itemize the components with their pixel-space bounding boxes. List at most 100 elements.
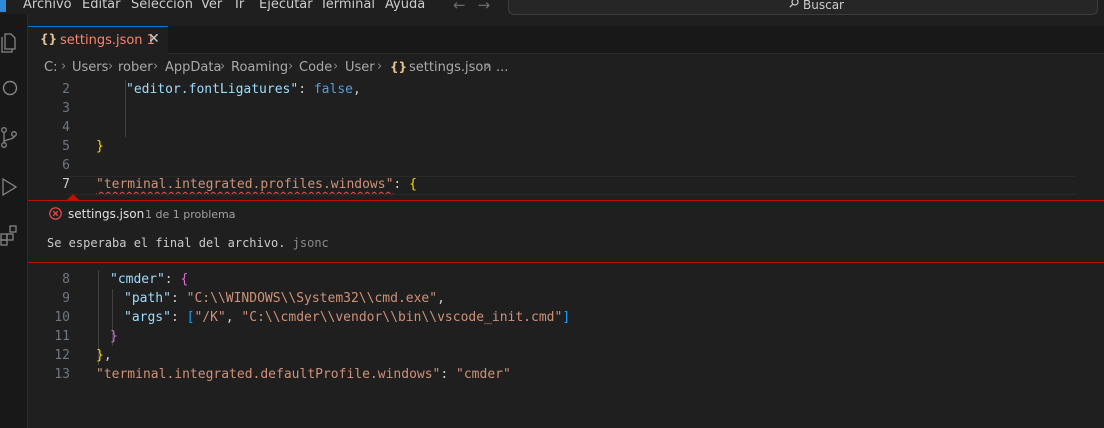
code-line[interactable]: 10 "args": ["/K", "C:\\cmder\\vendor\\bin… [28, 308, 1104, 327]
code-content: "editor.fontLigatures": false, [126, 82, 361, 97]
problem-source: jsonc [292, 236, 329, 250]
breadcrumb-file[interactable]: settings.json [409, 60, 492, 75]
line-number: 5 [62, 139, 70, 154]
code-content: "path": "C:\\WINDOWS\\System32\\cmd.exe"… [124, 291, 445, 306]
menu-seleccion[interactable]: Selección [131, 0, 193, 12]
code-line[interactable]: 3 [28, 99, 1104, 118]
line-number: 10 [54, 310, 70, 325]
line-number: 6 [62, 158, 70, 173]
json-file-icon: {} [40, 32, 58, 46]
code-content: "terminal.integrated.defaultProfile.wind… [96, 367, 511, 382]
code-token: { [180, 272, 189, 287]
json-file-icon: {} [390, 60, 408, 74]
code-token: ] [562, 310, 571, 325]
menu-bar: Archivo Editar Selección Ver Ir Ejecutar… [0, 0, 1104, 15]
run-debug-icon[interactable] [0, 176, 18, 198]
code-line[interactable]: 11} [28, 327, 1104, 346]
code-token: : [440, 367, 457, 382]
menu-editar[interactable]: Editar [82, 0, 121, 12]
code-token: , [437, 291, 445, 306]
code-line[interactable]: 4 [28, 118, 1104, 137]
breadcrumb: C: › Users › rober › AppData › Roaming ›… [28, 56, 1104, 78]
menu-ejecutar[interactable]: Ejecutar [259, 0, 313, 12]
code-content: } [96, 139, 104, 154]
breadcrumb-item[interactable]: AppData [165, 60, 221, 75]
code-token: "args" [124, 310, 171, 325]
problem-peek-widget: settings.json 1 de 1 problema Se esperab… [28, 200, 1104, 263]
breadcrumb-more[interactable]: ... [496, 60, 508, 75]
breadcrumb-item[interactable]: Users [72, 60, 108, 75]
peek-file-name: settings.json [68, 207, 145, 221]
code-line[interactable]: 13 "terminal.integrated.defaultProfile.wi… [28, 365, 1104, 384]
code-token: } [96, 348, 104, 363]
code-line[interactable]: 8 "cmder": { [28, 270, 1104, 289]
code-content: } [110, 329, 118, 344]
line-number: 2 [62, 82, 70, 97]
code-token: , [352, 82, 361, 97]
vscode-logo-icon [0, 0, 6, 12]
menu-ayuda[interactable]: Ayuda [385, 0, 425, 12]
tab-label: settings.json 1 [60, 33, 155, 48]
code-line[interactable]: 6 [28, 156, 1104, 175]
nav-arrows: ← → [453, 0, 502, 14]
line-number: 13 [54, 367, 70, 382]
code-token: "editor.fontLigatures" [126, 82, 299, 97]
chevron-right-icon: › [288, 59, 294, 74]
code-token: : [298, 82, 314, 97]
current-line-highlight [66, 176, 1076, 195]
code-line[interactable]: 2 "editor.fontLigatures": false, [28, 80, 1104, 99]
command-center-search[interactable]: Buscar [508, 0, 1098, 15]
chevron-right-icon: › [108, 59, 114, 74]
line-number: 11 [54, 329, 70, 344]
menu-ver[interactable]: Ver [201, 0, 222, 12]
code-line[interactable]: 5} [28, 137, 1104, 156]
chevron-right-icon: › [377, 59, 383, 74]
close-icon[interactable]: ✕ [148, 31, 160, 47]
breadcrumb-item[interactable]: User [345, 60, 375, 75]
line-number: 9 [62, 291, 70, 306]
code-token: , [103, 348, 112, 363]
extensions-icon[interactable] [0, 224, 18, 246]
code-token: } [110, 329, 118, 344]
chevron-right-icon: › [333, 59, 339, 74]
menu-ir[interactable]: Ir [235, 0, 244, 12]
tab-bar: {} settings.json 1 ✕ [28, 26, 1104, 54]
code-token: "/K" [194, 310, 226, 325]
activity-bar [0, 14, 28, 428]
code-content: }, [96, 348, 112, 363]
code-token: : [170, 310, 187, 325]
tab-settings-json[interactable]: {} settings.json 1 ✕ [28, 26, 168, 54]
search-label: Buscar [803, 0, 844, 12]
code-token: "C:\\WINDOWS\\System32\\cmd.exe" [186, 291, 438, 306]
search-icon[interactable] [0, 78, 18, 100]
peek-header: settings.json 1 de 1 problema [28, 201, 1104, 226]
code-token: , [225, 310, 242, 325]
source-control-icon[interactable] [0, 126, 18, 148]
code-line[interactable]: 12}, [28, 346, 1104, 365]
code-token: : [164, 272, 181, 287]
peek-problem-count: 1 de 1 problema [145, 208, 236, 221]
arrow-right-icon[interactable]: → [478, 0, 491, 14]
breadcrumb-item[interactable]: Code [299, 60, 332, 75]
code-token: false [313, 82, 353, 97]
files-icon[interactable] [0, 32, 18, 54]
code-token: "C:\\cmder\\vendor\\bin\\vscode_init.cmd… [241, 310, 563, 325]
breadcrumb-item[interactable]: rober [118, 60, 153, 75]
code-token: "terminal.integrated.defaultProfile.wind… [96, 367, 441, 382]
line-number: 7 [62, 177, 70, 192]
chevron-right-icon: › [153, 59, 159, 74]
arrow-left-icon[interactable]: ← [453, 0, 466, 14]
code-token: "cmder" [110, 272, 165, 287]
breadcrumb-item[interactable]: C: [44, 60, 57, 75]
menu-archivo[interactable]: Archivo [23, 0, 72, 12]
code-token: } [96, 139, 104, 154]
problem-message: Se esperaba el final del archivo. jsonc [47, 236, 329, 250]
breadcrumb-item[interactable]: Roaming [231, 60, 288, 75]
menu-terminal[interactable]: Terminal [320, 0, 375, 12]
search-icon [789, 0, 799, 8]
line-number: 4 [62, 120, 70, 135]
code-content: "args": ["/K", "C:\\cmder\\vendor\\bin\\… [124, 310, 570, 325]
code-line[interactable]: 9 "path": "C:\\WINDOWS\\System32\\cmd.exe… [28, 289, 1104, 308]
chevron-right-icon: › [220, 59, 226, 74]
line-number: 8 [62, 272, 70, 287]
